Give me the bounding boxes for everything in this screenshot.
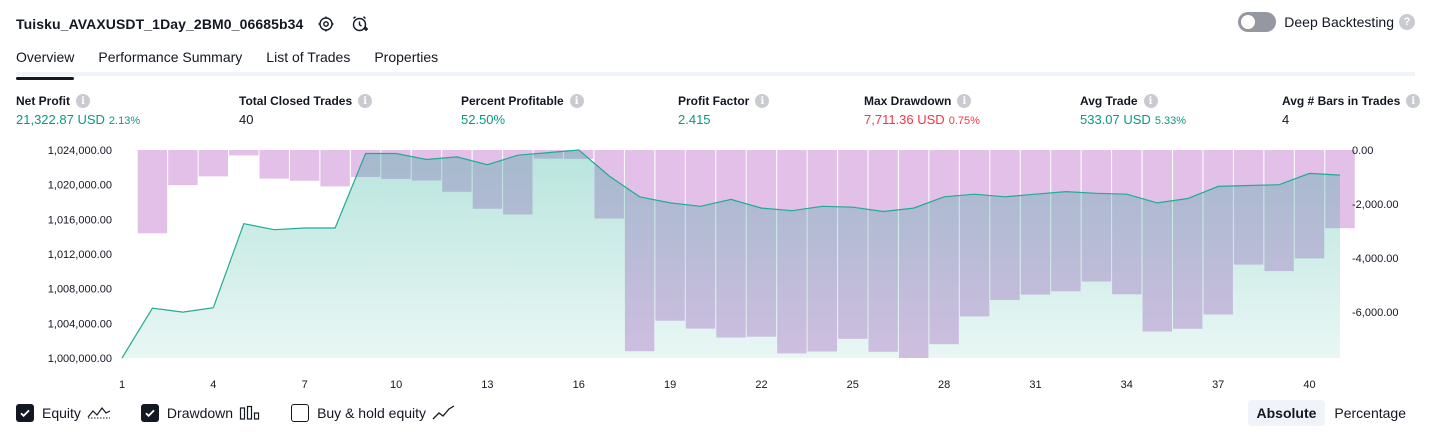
- metric-label: Total Closed Trades: [239, 94, 353, 108]
- buy-hold-glyph-icon: [432, 405, 456, 421]
- metric-value: 2.415: [678, 112, 711, 127]
- right-axis-tick-label: -6,000.00: [1352, 307, 1398, 319]
- drawdown-bar: [198, 150, 228, 177]
- metric-avg-trade: Avg Trade i 533.07 USD 5.33%: [1080, 94, 1186, 127]
- x-axis-tick-label: 4: [210, 379, 216, 391]
- left-axis-tick-label: 1,016,000.00: [48, 214, 112, 226]
- metric-value: 40: [239, 112, 254, 127]
- legend-equity-label: Equity: [42, 405, 81, 421]
- deep-backtesting: Deep Backtesting ?: [1238, 12, 1415, 32]
- x-axis-tick-label: 34: [1121, 379, 1133, 391]
- metric-label: Avg # Bars in Trades: [1282, 94, 1401, 108]
- x-axis-tick-label: 40: [1303, 379, 1315, 391]
- drawdown-bar: [259, 150, 289, 179]
- metric-value: 7,711.36 USD: [864, 112, 945, 127]
- metrics-row: Net Profit i 21,322.87 USD 2.13% Total Clo…: [16, 94, 1421, 134]
- x-axis-tick-label: 16: [573, 379, 585, 391]
- metric-percent-profitable: Percent Profitable i 52.50%: [461, 94, 584, 127]
- right-axis-tick-label: -4,000.00: [1352, 253, 1398, 265]
- x-axis-tick-label: 19: [664, 379, 676, 391]
- info-icon[interactable]: i: [358, 94, 373, 108]
- left-axis-tick-label: 1,020,000.00: [48, 180, 112, 192]
- legend-drawdown[interactable]: Drawdown: [140, 404, 261, 422]
- x-axis-tick-label: 37: [1212, 379, 1224, 391]
- left-axis-tick-label: 1,008,000.00: [48, 284, 112, 296]
- metric-max-drawdown: Max Drawdown i 7,711.36 USD 0.75%: [864, 94, 980, 127]
- metric-value: 21,322.87 USD: [16, 112, 105, 127]
- equity-glyph-icon: [87, 405, 111, 421]
- x-axis-tick-label: 31: [1029, 379, 1041, 391]
- x-axis-tick-label: 25: [847, 379, 859, 391]
- left-axis-tick-label: 1,000,000.00: [48, 353, 112, 365]
- alert-clock-icon[interactable]: [349, 13, 371, 35]
- x-axis-tick-label: 13: [481, 379, 493, 391]
- metric-sub-value: 5.33%: [1154, 115, 1187, 127]
- left-axis-tick-label: 1,004,000.00: [48, 318, 112, 330]
- info-icon[interactable]: i: [755, 94, 770, 108]
- right-axis-tick-label: -2,000.00: [1352, 199, 1398, 211]
- legend-equity[interactable]: Equity: [16, 404, 111, 422]
- tab-list-of-trades[interactable]: List of Trades: [266, 46, 350, 76]
- drawdown-bar: [320, 150, 350, 187]
- x-axis-tick-label: 7: [302, 379, 308, 391]
- mode-switch: Absolute Percentage: [1247, 400, 1416, 426]
- drawdown-bar: [168, 150, 198, 186]
- deep-backtesting-label: Deep Backtesting: [1284, 14, 1394, 30]
- help-icon[interactable]: ?: [1399, 14, 1415, 30]
- settings-icon[interactable]: [315, 13, 337, 35]
- x-axis-tick-label: 1: [119, 379, 125, 391]
- equity-checkbox[interactable]: [16, 404, 34, 422]
- metric-label: Profit Factor: [678, 94, 750, 108]
- deep-backtesting-toggle[interactable]: [1238, 12, 1277, 32]
- metric-value: 4: [1282, 112, 1290, 127]
- check-icon: [145, 409, 155, 418]
- tab-overview[interactable]: Overview: [16, 46, 75, 80]
- x-axis-tick-label: 10: [390, 379, 402, 391]
- right-axis-tick-label: 0.00: [1352, 145, 1373, 157]
- strategy-header: Tuisku_AVAXUSDT_1Day_2BM0_06685b34: [16, 10, 371, 38]
- drawdown-glyph-icon: [239, 405, 261, 421]
- legend-drawdown-label: Drawdown: [166, 405, 234, 421]
- tab-properties[interactable]: Properties: [374, 46, 438, 76]
- x-axis-tick-label: 22: [755, 379, 767, 391]
- info-icon[interactable]: i: [1143, 94, 1158, 108]
- metric-label: Percent Profitable: [461, 94, 564, 108]
- absolute-button[interactable]: Absolute: [1247, 400, 1326, 426]
- buy-hold-checkbox[interactable]: [291, 404, 310, 422]
- metric-value: 52.50%: [461, 112, 506, 127]
- metric-sub-value: 0.75%: [948, 115, 980, 127]
- metric-label: Max Drawdown: [864, 94, 952, 108]
- metric-label: Net Profit: [16, 94, 70, 108]
- metric-profit-factor: Profit Factor i 2.415: [678, 94, 770, 127]
- strategy-title: Tuisku_AVAXUSDT_1Day_2BM0_06685b34: [16, 16, 304, 32]
- left-axis-tick-label: 1,024,000.00: [48, 145, 112, 157]
- x-axis-tick-label: 28: [938, 379, 950, 391]
- metric-value: 533.07 USD: [1080, 112, 1151, 127]
- info-icon[interactable]: i: [957, 94, 972, 108]
- drawdown-bar: [137, 150, 168, 234]
- tab-bar: Overview Performance Summary List of Tra…: [16, 46, 1415, 80]
- info-icon[interactable]: i: [76, 94, 90, 108]
- metric-net-profit: Net Profit i 21,322.87 USD 2.13%: [16, 94, 140, 127]
- percentage-button[interactable]: Percentage: [1325, 400, 1415, 426]
- legend-buy-hold[interactable]: Buy & hold equity: [291, 404, 456, 422]
- info-icon[interactable]: i: [569, 94, 584, 108]
- metric-total-closed-trades: Total Closed Trades i 40: [239, 94, 373, 127]
- drawdown-bar: [229, 150, 259, 156]
- metric-avg-bars-in-trades: Avg # Bars in Trades i 4: [1282, 94, 1421, 127]
- metric-sub-value: 2.13%: [108, 115, 141, 127]
- drawdown-bar: [290, 150, 320, 181]
- legend-buy-hold-label: Buy & hold equity: [317, 405, 427, 421]
- equity-drawdown-chart: 1,024,000.00 1,020,000.00 1,016,000.00 1,01…: [48, 145, 1399, 391]
- metric-label: Avg Trade: [1080, 94, 1138, 108]
- info-icon[interactable]: i: [1406, 94, 1421, 108]
- left-axis-tick-label: 1,012,000.00: [48, 249, 112, 261]
- check-icon: [20, 409, 30, 418]
- tab-performance-summary[interactable]: Performance Summary: [98, 46, 242, 76]
- drawdown-checkbox[interactable]: [140, 404, 159, 422]
- chart-legend: Equity Drawdown Buy & hold equity: [16, 404, 486, 422]
